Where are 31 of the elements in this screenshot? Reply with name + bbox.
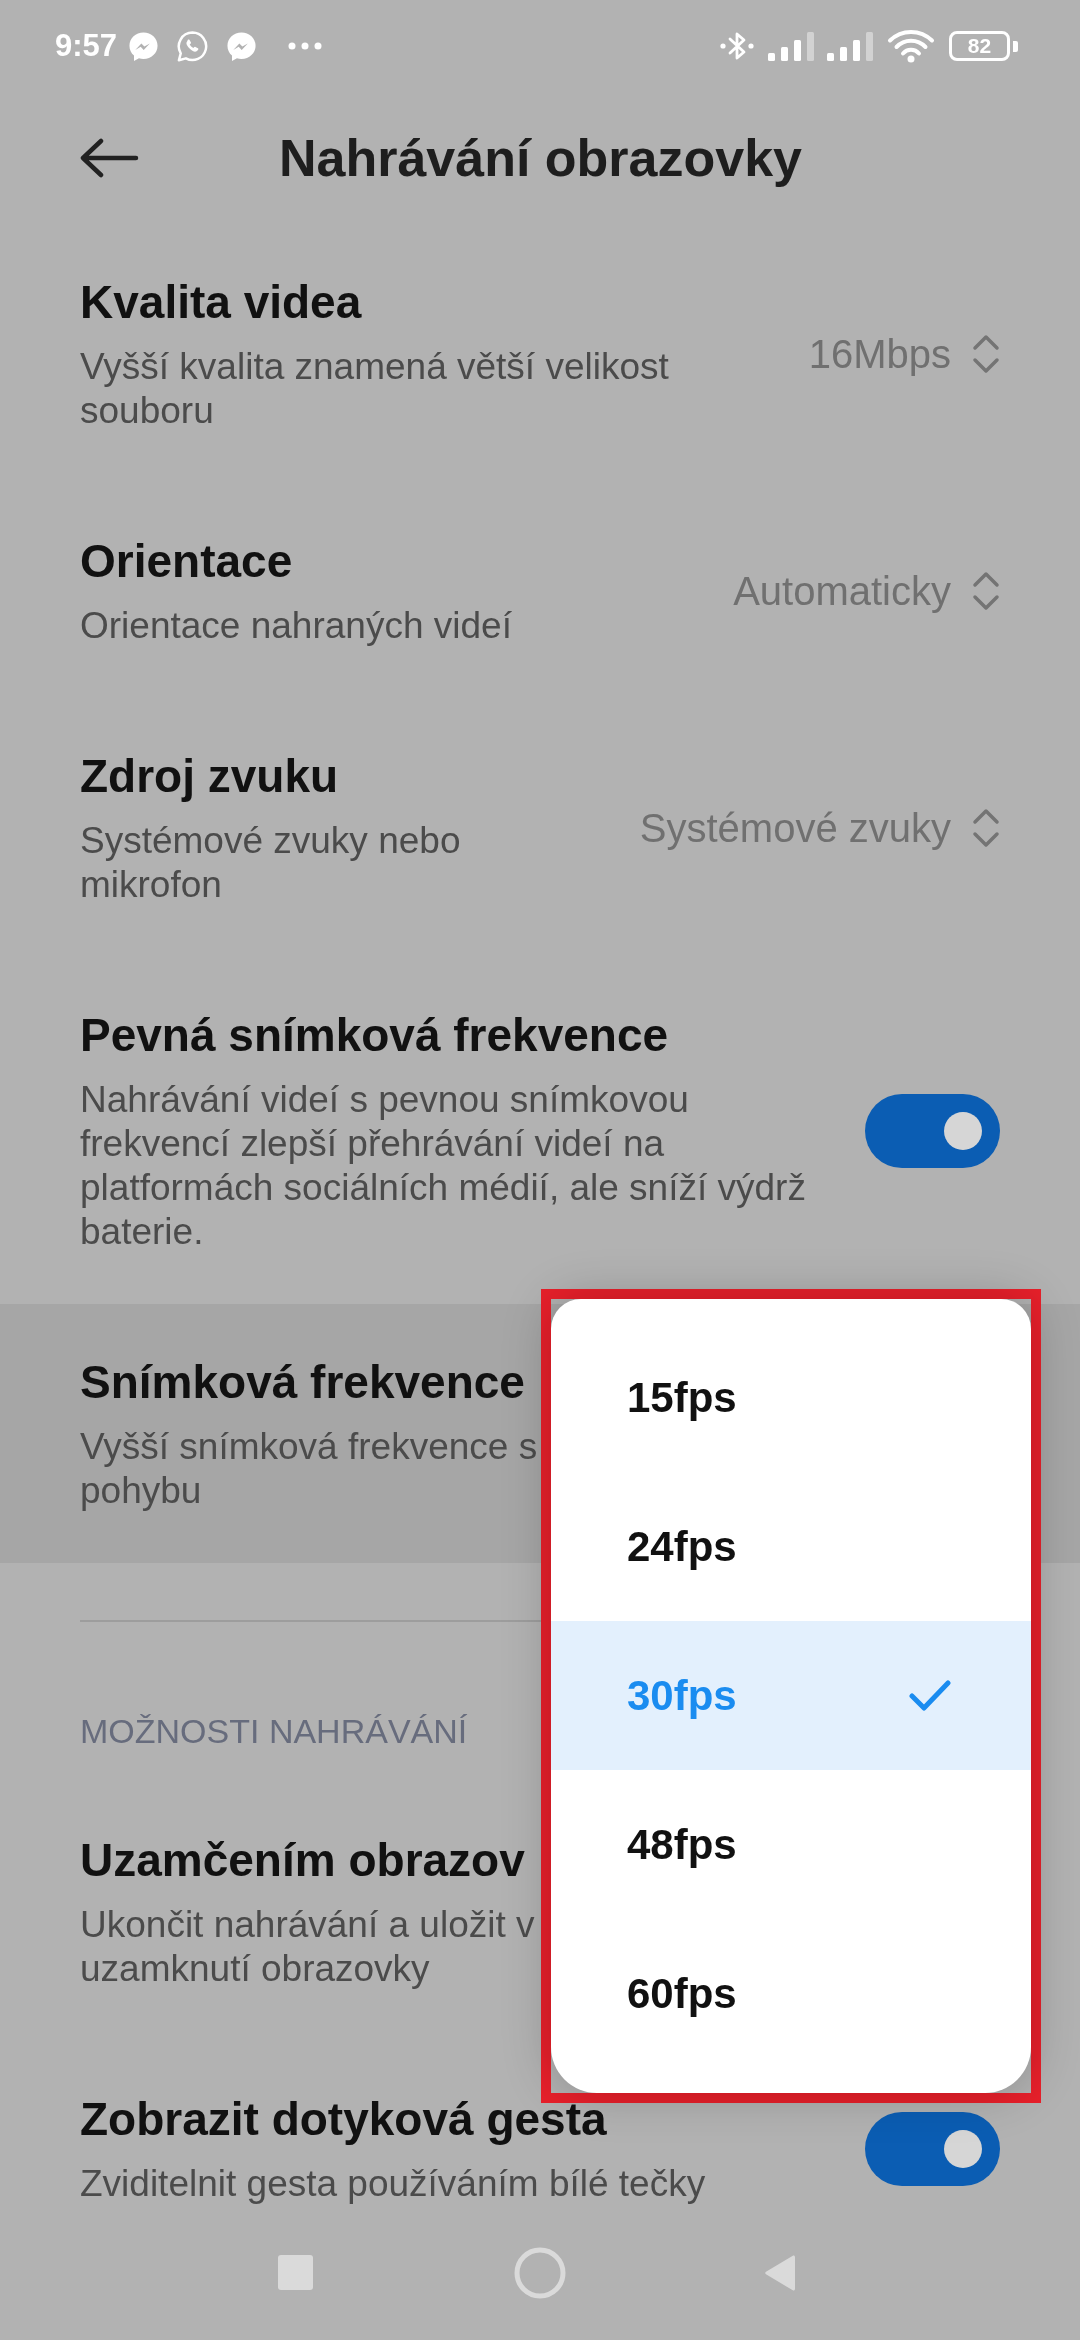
section-header: MOŽNOSTI NAHRÁVÁNÍ <box>80 1711 468 1751</box>
more-dots-icon <box>288 42 323 50</box>
chat-bubble-icon <box>226 30 258 62</box>
wifi-icon <box>887 29 935 63</box>
chevron-up-down-icon <box>972 570 1000 611</box>
setting-title: Orientace <box>80 534 293 589</box>
chevron-up-down-icon <box>972 333 1000 374</box>
back-arrow-icon[interactable] <box>79 138 139 178</box>
battery-indicator: 82 <box>949 31 1018 61</box>
setting-title: Zobrazit dotyková gesta <box>80 2092 607 2147</box>
setting-title: Uzamčením obrazov <box>80 1833 525 1888</box>
setting-description: Orientace nahraných videí <box>80 604 512 648</box>
chat-bubble-icon <box>128 30 160 62</box>
signal-icon <box>827 31 875 61</box>
page-title: Nahrávání obrazovky <box>278 128 803 189</box>
phone-bubble-icon <box>176 29 210 63</box>
setting-title: Kvalita videa <box>80 275 362 330</box>
signal-icon <box>768 31 816 61</box>
status-time: 9:57 <box>55 28 118 64</box>
setting-description: Nahrávání videí s pevnou snímkovou frekvencí zlepší přehrávání videí na platformách sociálních médií, ale sníží výdrž baterie. <box>80 1078 806 1254</box>
setting-title: Pevná snímková frekvence <box>80 1008 669 1063</box>
setting-description: Ukončit nahrávání a uložit v uzamknutí obrazovky <box>80 1903 535 1991</box>
setting-title: Zdroj zvuku <box>80 749 339 804</box>
check-icon <box>909 1678 951 1713</box>
setting-description: Vyšší kvalita znamená větší velikost souboru <box>80 345 669 433</box>
setting-description: Zviditelnit gesta používáním bílé tečky <box>80 2162 706 2205</box>
setting-title: Snímková frekvence <box>80 1355 525 1410</box>
chevron-up-down-icon <box>972 807 1000 848</box>
setting-description: Systémové zvuky nebo mikrofon <box>80 819 461 907</box>
dropdown-option[interactable]: 15fps <box>551 1323 1031 1472</box>
setting-description: Vyšší snímková frekvence s pohybu <box>80 1425 538 1513</box>
